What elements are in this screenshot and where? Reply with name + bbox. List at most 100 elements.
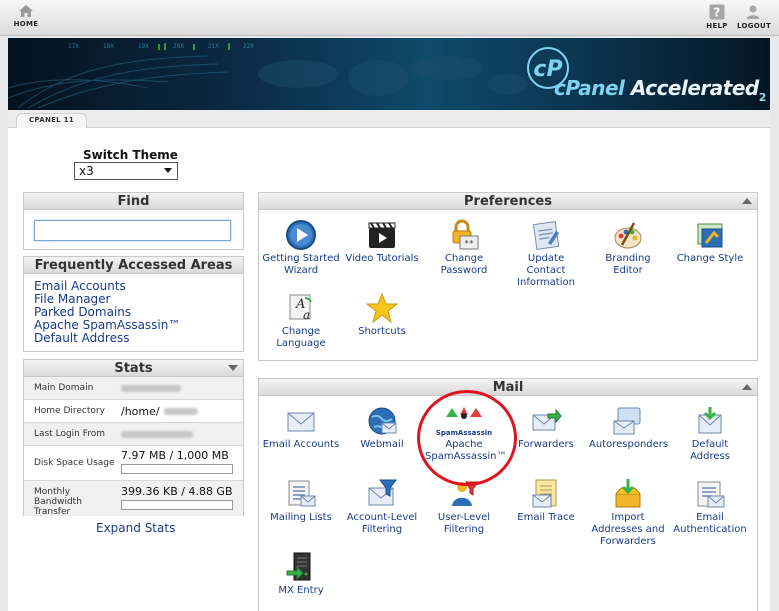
chevron-down-icon (164, 168, 172, 173)
faa-link-default-address[interactable]: Default Address (34, 332, 243, 345)
item-autoresponders[interactable]: Autoresponders (589, 405, 669, 451)
item-label: User-Level Filtering (437, 512, 491, 535)
svg-text:**: ** (464, 239, 474, 248)
item-label: Change Style (676, 253, 744, 264)
cpanel-banner: 17X 18X 19X 20X 21X 22X cP cPanel Accelerated… (8, 38, 770, 110)
item-label: Autoresponders (589, 439, 669, 450)
redacted-value (164, 408, 198, 415)
item-change-language[interactable]: Aa Change Language (262, 292, 340, 350)
preferences-header[interactable]: Preferences (259, 193, 757, 210)
preferences-title: Preferences (464, 194, 552, 209)
collapse-up-icon[interactable] (742, 198, 752, 204)
stat-row-disk-usage: Disk Space Usage 7.97 MB / 1,000 MB (24, 446, 243, 481)
highlight-circle (417, 390, 517, 486)
film-icon (368, 222, 396, 248)
svg-text:20X: 20X (173, 43, 184, 50)
star-icon (366, 292, 398, 324)
mail-title: Mail (492, 380, 524, 395)
play-icon (286, 220, 316, 250)
forward-icon (532, 408, 562, 431)
item-default-address[interactable]: Default Address (671, 405, 749, 463)
auth-icon (697, 481, 725, 508)
mail-header[interactable]: Mail (259, 379, 757, 396)
envelope-icon (287, 412, 315, 432)
stat-value: 399.36 KB / 4.88 GB (121, 485, 233, 498)
item-label: Forwarders (518, 439, 574, 450)
brand-cpanel: cPanel (554, 76, 625, 100)
collapse-up-icon[interactable] (742, 384, 752, 390)
frequently-accessed-panel: Frequently Accessed Areas Email Accounts… (23, 256, 244, 352)
autoresponder-icon (613, 407, 641, 435)
item-label: Email Authentication (673, 512, 747, 535)
item-email-trace[interactable]: Email Trace (507, 478, 585, 524)
item-account-level-filtering[interactable]: Account-Level Filtering (343, 478, 421, 536)
brand-text: cPanel Accelerated2 (554, 76, 766, 104)
item-label: Getting Started Wizard (262, 253, 340, 276)
redacted-value (121, 385, 181, 392)
svg-text:19X: 19X (138, 43, 149, 50)
home-icon (19, 5, 33, 17)
item-label: Video Tutorials (345, 253, 419, 264)
item-mailing-lists[interactable]: Mailing Lists (262, 478, 340, 524)
item-change-style[interactable]: Change Style (671, 219, 749, 265)
svg-text:17X: 17X (68, 43, 79, 50)
stat-label: Main Domain (34, 383, 94, 393)
home-button[interactable]: HOME (12, 4, 40, 28)
svg-text:a: a (303, 308, 310, 322)
help-icon: ? (709, 4, 725, 20)
item-change-password[interactable]: ** Change Password (425, 219, 503, 277)
stats-header[interactable]: Stats (24, 360, 243, 377)
item-label: MX Entry (278, 585, 324, 596)
item-video-tutorials[interactable]: Video Tutorials (343, 219, 421, 265)
item-label: Webmail (360, 439, 404, 450)
find-input[interactable] (34, 220, 231, 241)
item-email-authentication[interactable]: Email Authentication (671, 478, 749, 536)
item-label: Branding Editor (605, 253, 651, 276)
item-webmail[interactable]: Webmail (343, 405, 421, 451)
stat-value: /home/ (121, 405, 160, 418)
help-label: HELP (706, 22, 728, 30)
item-update-contact[interactable]: Update Contact Information (507, 219, 585, 289)
home-label: HOME (13, 20, 39, 28)
tab-cpanel[interactable]: CPANEL 11 (16, 113, 88, 128)
item-label: Default Address (690, 439, 730, 462)
item-label: Email Trace (517, 512, 575, 523)
brand-version: 2 (758, 91, 767, 104)
import-icon (615, 479, 641, 508)
stat-label: Monthly Bandwidth Transfer (34, 487, 82, 517)
switch-theme-label: Switch Theme (83, 148, 178, 162)
stat-label: Disk Space Usage (34, 458, 115, 468)
find-title: Find (24, 193, 243, 210)
item-forwarders[interactable]: Forwarders (507, 405, 585, 451)
filter-icon (368, 479, 397, 506)
item-import-addresses[interactable]: Import Addresses and Forwarders (589, 478, 667, 548)
server-icon (286, 552, 311, 581)
bandwidth-bar (121, 500, 233, 510)
find-panel: Find (23, 192, 244, 250)
item-getting-started-wizard[interactable]: Getting Started Wizard (262, 219, 340, 277)
trace-icon (532, 479, 557, 508)
user-icon (746, 5, 760, 19)
item-label: Email Accounts (262, 439, 340, 450)
svg-text:22X: 22X (243, 43, 254, 50)
item-email-accounts[interactable]: Email Accounts (262, 405, 340, 451)
expand-stats-link[interactable]: Expand Stats (96, 521, 175, 535)
collapse-arrow-icon[interactable] (228, 365, 238, 371)
help-button[interactable]: ? HELP (703, 4, 731, 30)
item-branding-editor[interactable]: Branding Editor (589, 219, 667, 277)
stat-label: Last Login From (34, 429, 106, 439)
svg-text:21X: 21X (208, 43, 219, 50)
disk-usage-bar (121, 464, 233, 474)
default-address-icon (698, 407, 722, 434)
tab-bar: CPANEL 11 (8, 110, 770, 128)
style-icon (697, 223, 723, 248)
theme-select[interactable]: x3 (74, 162, 178, 180)
logout-button[interactable]: LOGOUT (737, 4, 771, 30)
item-label: Change Language (276, 326, 326, 349)
item-mx-entry[interactable]: MX Entry (262, 551, 340, 597)
item-user-level-filtering[interactable]: User-Level Filtering (425, 478, 503, 536)
item-shortcuts[interactable]: Shortcuts (343, 292, 421, 338)
stat-row-home-directory: Home Directory /home/ (24, 400, 243, 423)
stats-panel: Stats Main Domain Home Directory /home/ … (23, 359, 244, 517)
theme-select-value: x3 (79, 164, 94, 178)
